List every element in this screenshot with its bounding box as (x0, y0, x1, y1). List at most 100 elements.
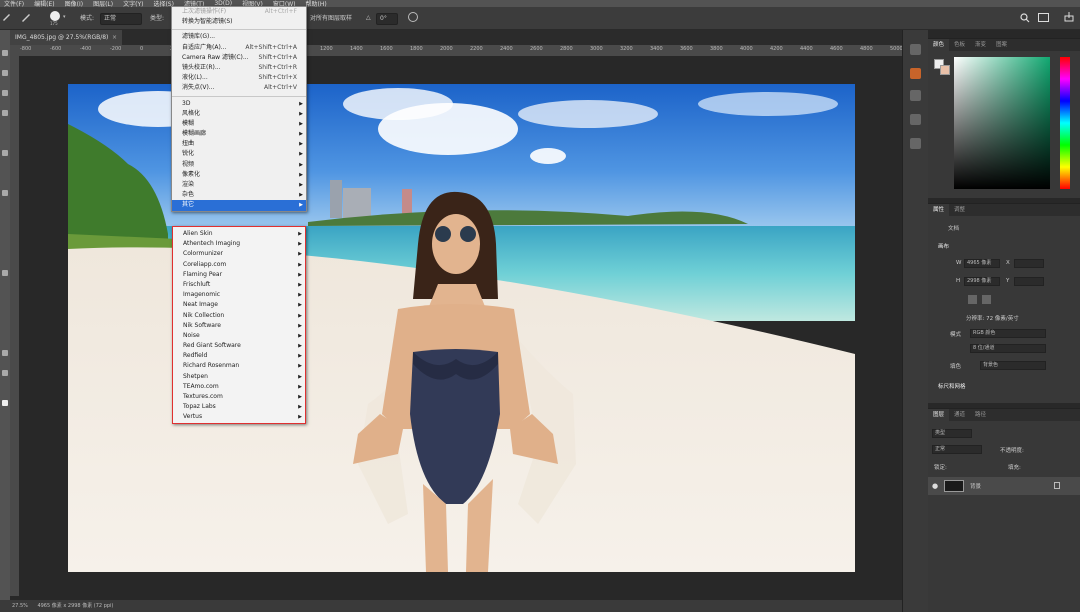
panel-tab[interactable]: 色板 (949, 39, 970, 51)
filter-submenu-item[interactable]: 其它 ▶ (172, 200, 306, 211)
color-picker-field[interactable] (954, 57, 1050, 189)
filter-menu-item[interactable]: 上次滤镜操作(F) Alt+Ctrl+F (172, 7, 306, 17)
plugin-menu-item[interactable]: Frischluft ▶ (173, 280, 305, 290)
plugin-menu-item[interactable]: Athentech Imaging ▶ (173, 239, 305, 249)
eraser-tool-icon[interactable] (2, 190, 8, 196)
history-icon[interactable] (910, 44, 921, 55)
filter-submenu-item[interactable]: 渲染 ▶ (172, 180, 306, 190)
foreground-color-swatch[interactable] (2, 400, 8, 406)
panel-tab[interactable]: 通道 (949, 409, 970, 421)
character-icon[interactable] (910, 114, 921, 125)
filter-submenu-item[interactable]: 模糊 ▶ (172, 119, 306, 129)
plugin-menu-item[interactable]: Topaz Labs ▶ (173, 402, 305, 412)
angle-field[interactable]: 0° (376, 13, 398, 25)
text-tool-icon[interactable] (2, 270, 8, 276)
plugin-menu-item[interactable]: Redfield ▶ (173, 351, 305, 361)
background-swatch[interactable] (940, 65, 950, 75)
filter-submenu-item[interactable]: 视频 ▶ (172, 160, 306, 170)
filter-submenu-item[interactable]: 扭曲 ▶ (172, 139, 306, 149)
plugin-menu-item[interactable]: Richard Rosenman ▶ (173, 361, 305, 371)
plugin-menu-item[interactable]: Vertus ▶ (173, 412, 305, 422)
panel-tab[interactable]: 属性 (928, 204, 950, 216)
zoom-tool-icon[interactable] (2, 370, 8, 376)
plugin-menu-item[interactable]: Imagenomic ▶ (173, 290, 305, 300)
plugin-menu-item[interactable]: TEAmo.com ▶ (173, 382, 305, 392)
filter-menu-item[interactable]: Camera Raw 滤镜(C)... Shift+Ctrl+A (172, 53, 306, 63)
zoom-level[interactable]: 27.5% (12, 603, 28, 609)
brush-panel-icon[interactable] (910, 68, 921, 79)
plugin-menu-item[interactable]: Red Giant Software ▶ (173, 341, 305, 351)
height-label: H (956, 278, 961, 284)
workspace-icon[interactable] (1038, 13, 1049, 22)
info-icon[interactable] (910, 90, 921, 101)
plugin-menu-item[interactable]: Flaming Pear ▶ (173, 270, 305, 280)
mode-select[interactable]: 正常 (100, 13, 142, 25)
filter-submenu-item[interactable]: 风格化 ▶ (172, 109, 306, 119)
submenu-arrow-icon: ▶ (299, 202, 303, 209)
plugin-menu-item[interactable]: Neat Image ▶ (173, 300, 305, 310)
orientation-landscape-icon[interactable] (982, 295, 991, 304)
dropdown-arrow-icon[interactable]: ▾ (63, 14, 66, 20)
brush-tool-icon[interactable] (2, 12, 11, 21)
layer-row[interactable]: ● 背景 (928, 477, 1080, 495)
hand-tool-icon[interactable] (2, 350, 8, 356)
rulers-heading[interactable]: 标尺和网格 (938, 382, 966, 390)
plugin-menu-item[interactable]: Textures.com ▶ (173, 392, 305, 402)
submenu-arrow-icon: ▶ (298, 322, 302, 329)
panel-icon-strip (902, 30, 928, 612)
filter-submenu-item[interactable]: 杂色 ▶ (172, 190, 306, 200)
brush-tool-icon[interactable] (2, 150, 8, 156)
sample-all-layers-label[interactable]: 对所有图层取样 (310, 14, 352, 24)
filter-submenu-item[interactable]: 3D ▶ (172, 99, 306, 109)
visibility-eye-icon[interactable]: ● (932, 482, 938, 490)
filter-menu-item[interactable]: 转换为智能滤镜(S) (172, 17, 306, 27)
pressure-icon[interactable] (408, 12, 418, 22)
crop-tool-icon[interactable] (2, 110, 8, 116)
ruler-tick-label: -400 (80, 46, 92, 52)
brush-size-dot[interactable] (50, 11, 60, 21)
plugin-menu-item[interactable]: Nik Collection ▶ (173, 311, 305, 321)
panel-tab[interactable]: 调整 (949, 204, 970, 216)
panel-tab[interactable]: 图案 (991, 39, 1012, 51)
plugin-menu-item[interactable]: Coreliapp.com ▶ (173, 260, 305, 270)
submenu-arrow-icon: ▶ (299, 100, 303, 107)
plugin-menu-item[interactable]: Colormunizer ▶ (173, 249, 305, 259)
x-field[interactable] (1014, 259, 1044, 268)
y-field[interactable] (1014, 277, 1044, 286)
hue-slider[interactable] (1060, 57, 1070, 189)
panel-tab[interactable]: 路径 (970, 409, 991, 421)
blend-mode-select[interactable]: 正常 (932, 445, 982, 454)
filter-menu-item[interactable]: 液化(L)... Shift+Ctrl+X (172, 73, 306, 83)
filter-menu-item[interactable]: 镜头校正(R)... Shift+Ctrl+R (172, 63, 306, 73)
panel-tab[interactable]: 渐变 (970, 39, 991, 51)
share-icon[interactable] (1064, 12, 1074, 22)
marquee-tool-icon[interactable] (2, 70, 8, 76)
fill-select[interactable]: 背景色 (980, 361, 1046, 370)
plugin-menu-item[interactable]: Alien Skin ▶ (173, 229, 305, 239)
paragraph-icon[interactable] (910, 138, 921, 149)
plugin-menu-item[interactable]: Shetpen ▶ (173, 372, 305, 382)
layer-name: 背景 (970, 484, 982, 490)
filter-submenu-item[interactable]: 锐化 ▶ (172, 149, 306, 159)
filter-menu-item[interactable]: 自适应广角(A)... Alt+Shift+Ctrl+A (172, 43, 306, 53)
plugin-menu-item[interactable]: Noise ▶ (173, 331, 305, 341)
filter-menu-item[interactable]: 消失点(V)... Alt+Ctrl+V (172, 83, 306, 93)
panel-tab[interactable]: 颜色 (928, 39, 950, 51)
document-tab[interactable]: IMG_4805.jpg @ 27.5%(RGB/8) × (10, 30, 122, 45)
search-icon[interactable] (1020, 13, 1030, 23)
brush-preset-icon[interactable] (20, 11, 32, 23)
width-field[interactable]: 4965 像素 (964, 259, 1000, 268)
plugin-menu-item[interactable]: Nik Software ▶ (173, 321, 305, 331)
mode-select[interactable]: RGB 颜色 (970, 329, 1046, 338)
orientation-portrait-icon[interactable] (968, 295, 977, 304)
close-icon[interactable]: × (112, 30, 117, 45)
filter-submenu-item[interactable]: 模糊画廊 ▶ (172, 129, 306, 139)
lasso-tool-icon[interactable] (2, 90, 8, 96)
panel-tab[interactable]: 图层 (928, 409, 950, 421)
height-field[interactable]: 2998 像素 (964, 277, 1000, 286)
bitdepth-select[interactable]: 8 位/通道 (970, 344, 1046, 353)
move-tool-icon[interactable] (2, 50, 8, 56)
layer-filter-select[interactable]: 类型 (932, 429, 972, 438)
filter-submenu-item[interactable]: 像素化 ▶ (172, 170, 306, 180)
filter-menu-item[interactable]: 滤镜库(G)... (172, 32, 306, 42)
